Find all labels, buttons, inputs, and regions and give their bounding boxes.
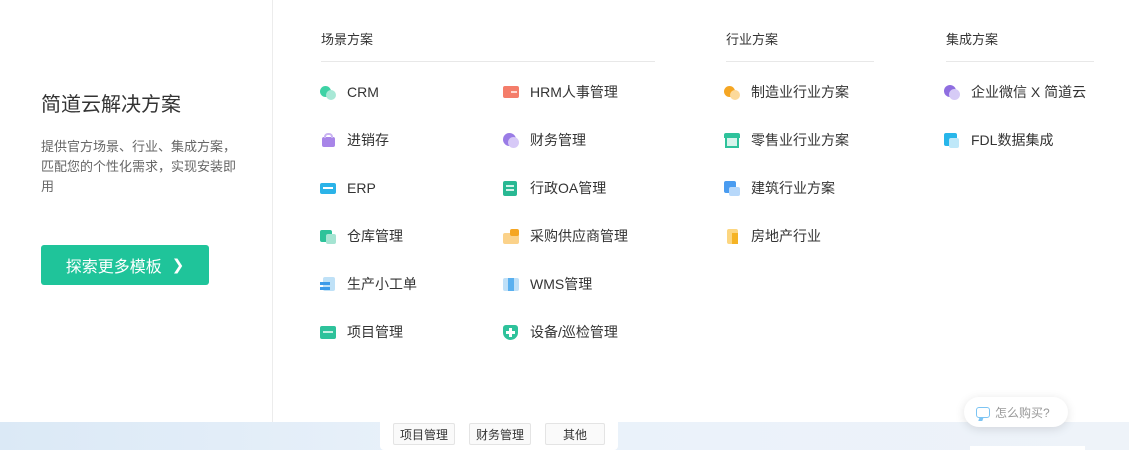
menu-item-label: 生产小工单 — [347, 276, 417, 292]
tab-project-management[interactable]: 项目管理 — [393, 423, 456, 445]
menu-item-project[interactable]: 项目管理 — [320, 322, 403, 342]
menu-item-retail[interactable]: 零售业行业方案 — [724, 130, 849, 150]
hrm-icon — [503, 84, 520, 101]
wms-icon — [503, 276, 520, 293]
solutions-intro: 简道云解决方案 提供官方场景、行业、集成方案，匹配您的个性化需求，实现安装即用 … — [0, 0, 273, 422]
production-order-icon — [320, 276, 337, 293]
menu-item-wms[interactable]: WMS管理 — [503, 274, 592, 294]
menu-item-label: HRM人事管理 — [530, 84, 618, 100]
menu-item-label: 房地产行业 — [751, 228, 821, 244]
industry-solutions-title: 行业方案 — [726, 32, 779, 47]
chat-bubble-icon — [976, 406, 990, 418]
erp-icon — [320, 180, 337, 197]
construction-icon — [724, 180, 741, 197]
oa-icon — [503, 180, 520, 197]
menu-item-real-estate[interactable]: 房地产行业 — [724, 226, 821, 246]
solutions-dropdown-panel: 简道云解决方案 提供官方场景、行业、集成方案，匹配您的个性化需求，实现安装即用 … — [0, 0, 1129, 422]
menu-item-fdl[interactable]: FDL数据集成 — [944, 130, 1053, 150]
scene-solutions-title: 场景方案 — [321, 32, 374, 47]
manufacturing-icon — [724, 84, 741, 101]
chevron-right-icon: ❯ — [171, 257, 185, 274]
menu-item-production-order[interactable]: 生产小工单 — [320, 274, 417, 294]
menu-item-finance[interactable]: 财务管理 — [503, 130, 586, 150]
menu-item-equipment[interactable]: 设备/巡检管理 — [503, 322, 618, 342]
retail-icon — [724, 132, 741, 149]
fdl-icon — [944, 132, 961, 149]
menu-item-label: 进销存 — [347, 132, 389, 148]
project-icon — [320, 324, 337, 341]
purchase-icon — [503, 228, 520, 245]
crm-icon — [320, 84, 337, 101]
background-card-edge — [970, 446, 1085, 450]
menu-item-purchase[interactable]: 采购供应商管理 — [503, 226, 628, 246]
warehouse-icon — [320, 228, 337, 245]
menu-item-wecom[interactable]: 企业微信 X 简道云 — [944, 82, 1086, 102]
menu-item-label: CRM — [347, 84, 379, 100]
integration-solutions-title: 集成方案 — [946, 32, 999, 47]
menu-item-label: 企业微信 X 简道云 — [971, 84, 1087, 100]
menu-item-oa[interactable]: 行政OA管理 — [503, 178, 606, 198]
how-to-buy-button[interactable]: 怎么购买? — [964, 397, 1068, 427]
menu-item-label: ERP — [347, 180, 376, 196]
menu-item-label: 制造业行业方案 — [751, 84, 849, 100]
menu-item-label: 项目管理 — [347, 324, 403, 340]
equipment-icon — [503, 324, 520, 341]
tab-other[interactable]: 其他 — [545, 423, 605, 445]
explore-more-templates-button[interactable]: 探索更多模板 ❯ — [41, 245, 209, 285]
menu-item-hrm[interactable]: HRM人事管理 — [503, 82, 618, 102]
menu-item-erp[interactable]: ERP — [320, 178, 376, 198]
menu-item-label: FDL数据集成 — [971, 132, 1054, 148]
wecom-icon — [944, 84, 961, 101]
menu-item-label: 零售业行业方案 — [751, 132, 849, 148]
menu-item-label: 仓库管理 — [347, 228, 403, 244]
finance-icon — [503, 132, 520, 149]
integration-divider — [946, 61, 1094, 62]
menu-item-crm[interactable]: CRM — [320, 82, 379, 102]
explore-button-label: 探索更多模板 — [65, 259, 162, 276]
scene-divider — [321, 61, 655, 62]
menu-item-label: 设备/巡检管理 — [530, 324, 618, 340]
menu-item-inventory[interactable]: 进销存 — [320, 130, 389, 150]
industry-divider — [726, 61, 874, 62]
real-estate-icon — [724, 228, 741, 245]
menu-item-construction[interactable]: 建筑行业方案 — [724, 178, 835, 198]
menu-item-warehouse[interactable]: 仓库管理 — [320, 226, 403, 246]
solutions-title: 简道云解决方案 — [41, 94, 181, 116]
solutions-description: 提供官方场景、行业、集成方案，匹配您的个性化需求，实现安装即用 — [41, 139, 237, 194]
menu-item-label: WMS管理 — [530, 276, 593, 292]
menu-item-label: 行政OA管理 — [530, 180, 607, 196]
menu-item-label: 采购供应商管理 — [530, 228, 628, 244]
menu-item-manufacturing[interactable]: 制造业行业方案 — [724, 82, 849, 102]
tab-finance-management[interactable]: 财务管理 — [469, 423, 532, 445]
inventory-icon — [320, 132, 337, 149]
menu-item-label: 建筑行业方案 — [751, 180, 835, 196]
how-to-buy-label: 怎么购买? — [995, 405, 1050, 420]
menu-item-label: 财务管理 — [530, 132, 586, 148]
